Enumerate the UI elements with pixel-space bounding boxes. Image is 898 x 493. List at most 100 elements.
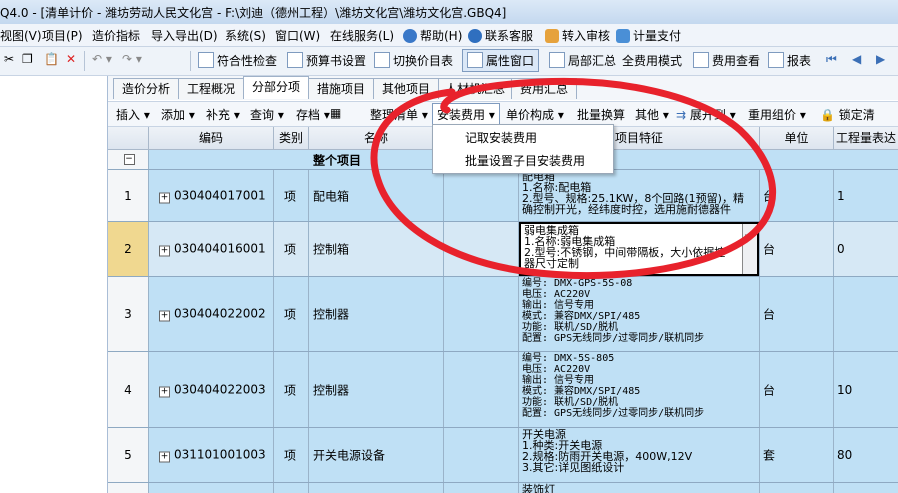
header-code[interactable]: 编码 [149, 127, 274, 150]
property-window-button[interactable]: 属性窗口 [462, 49, 540, 72]
expand-row-icon[interactable]: + [159, 386, 170, 397]
add-menu[interactable]: 添加 ▾ [161, 106, 195, 123]
table-row[interactable]: 装饰灯 [108, 483, 898, 493]
table-row[interactable]: 2 +030404016001 项 控制箱 弱电集成箱 1.名称:弱电集成箱 2… [108, 222, 898, 277]
archive-menu[interactable]: 存档 ▾ [296, 106, 330, 123]
undo-icon[interactable]: ↶ ▾ [92, 52, 112, 66]
reuse-pricing-menu[interactable]: 重用组价 ▾ [748, 106, 806, 123]
row-name [309, 483, 444, 493]
report-button[interactable]: 报表 [768, 52, 811, 69]
row-features[interactable]: 编号: DMX-GPS-5S-08 电压: AC220V 输出: 信号专用 模式… [519, 277, 760, 351]
row-quantity[interactable]: 1 [834, 170, 898, 221]
row-quantity[interactable] [834, 483, 898, 493]
organize-list-menu[interactable]: 整理清单 ▾ [370, 106, 428, 123]
insert-label: 插入 [116, 108, 141, 122]
header-name[interactable]: 名称 [309, 127, 444, 150]
unit-price-composition-menu[interactable]: 单价构成 ▾ [506, 106, 564, 123]
table-row[interactable]: 5 +031101001003 项 开关电源设备 开关电源 1.种类:开关电源 … [108, 428, 898, 483]
menu-online-service[interactable]: 在线服务(L) [330, 27, 394, 44]
features-editor[interactable]: 弱电集成箱 1.名称:弱电集成箱 2.型号:不锈钢，中间带隔板，大小依据控 器尺… [519, 222, 759, 276]
menu-transfer-audit[interactable]: 转入审核 [545, 27, 610, 44]
collapse-icon[interactable]: − [123, 154, 135, 165]
row-features[interactable]: 开关电源 1.种类:开关电源 2.规格:防雨开关电源，400W,12V 3.其它… [519, 428, 760, 482]
budget-settings-button[interactable]: 预算书设置 [287, 52, 366, 69]
row-features[interactable]: 装饰灯 [519, 483, 760, 493]
query-menu[interactable]: 查询 ▾ [250, 106, 284, 123]
feature-line: 模式: 兼容DMX/SPI/485 [522, 311, 641, 322]
row-type: 项 [274, 428, 309, 482]
install-fee-menu[interactable]: 安装费用 ▾ [432, 103, 500, 126]
row-quantity[interactable]: 0 [834, 222, 898, 276]
cut-icon[interactable]: ✂ [4, 52, 14, 66]
install-fee-dropdown: 记取安装费用 批量设置子目安装费用 [432, 124, 614, 174]
menu-customer-service-label: 联系客服 [485, 29, 534, 43]
full-cost-mode-button[interactable]: 全费用模式 [622, 52, 682, 69]
redo-icon[interactable]: ↷ ▾ [122, 52, 142, 66]
menu-customer-service[interactable]: 联系客服 [468, 27, 533, 44]
tab-labor-material-summary[interactable]: 人材机汇总 [438, 78, 512, 99]
row-features[interactable]: 配电箱 1.名称:配电箱 2.型号、规格:25.1KW，8个回路(1预留)，精 … [519, 170, 760, 221]
delete-icon[interactable]: ✕ [66, 52, 76, 66]
expand-to-menu[interactable]: ⇉ 展开到 ▾ [676, 106, 736, 123]
apply-install-fee-item[interactable]: 记取安装费用 [465, 129, 537, 146]
report-label: 报表 [787, 54, 812, 68]
cost-view-button[interactable]: 费用查看 [693, 52, 760, 69]
row-quantity[interactable] [834, 277, 898, 351]
compliance-check-button[interactable]: 符合性检查 [198, 52, 277, 69]
feature-line: 配置: GPS无线同步/过零同步/联机同步 [522, 408, 705, 419]
lock-list-button[interactable]: 🔒 锁定清 [820, 106, 875, 123]
tab-sub-items[interactable]: 分部分项 [243, 76, 309, 99]
header-unit[interactable]: 单位 [760, 127, 834, 150]
header-quantity[interactable]: 工程量表达 [834, 127, 898, 150]
expand-row-icon[interactable]: + [159, 310, 170, 322]
row-quantity[interactable]: 80 [834, 428, 898, 482]
menu-view[interactable]: 视图(V) [0, 27, 42, 44]
table-row[interactable]: 4 +030404022003 项 控制器 编号: DMX-5S-805 电压:… [108, 352, 898, 428]
row-type-text: 项 [284, 189, 297, 203]
paste-icon[interactable]: 📋 [44, 52, 59, 66]
bill-of-quantities-grid: 编码 类别 名称 项目特征 单位 工程量表达 − 整个项目 1 +0304040… [108, 127, 898, 493]
row-name-text: 控制器 [313, 383, 350, 397]
tab-other-items[interactable]: 其他项目 [373, 78, 439, 99]
tab-fee-summary[interactable]: 费用汇总 [511, 78, 577, 99]
row-quantity[interactable]: 10 [834, 352, 898, 427]
other-label: 其他 [635, 108, 660, 122]
table-row[interactable]: 3 +030404022002 项 控制器 编号: DMX-GPS-5S-08 … [108, 277, 898, 352]
menu-payment[interactable]: 计量支付 [616, 27, 681, 44]
tab-measures[interactable]: 措施项目 [308, 78, 374, 99]
menu-help[interactable]: 帮助(H) [403, 27, 462, 44]
row-features[interactable]: 编号: DMX-5S-805 电压: AC220V 输出: 信号专用 模式: 兼… [519, 352, 760, 427]
tab-project-overview[interactable]: 工程概况 [178, 78, 244, 99]
menu-system[interactable]: 系统(S) [225, 27, 266, 44]
menu-import-export[interactable]: 导入导出(D) [151, 27, 218, 44]
compliance-check-label: 符合性检查 [217, 54, 278, 68]
row-code-text: 030404022002 [174, 306, 266, 321]
prev-page-icon[interactable]: ◀ [852, 52, 861, 66]
expand-row-icon[interactable]: + [159, 192, 170, 203]
menu-cost-index[interactable]: 造价指标 [92, 27, 140, 44]
row-unit: 台 [760, 277, 834, 351]
table-row[interactable]: 1 +030404017001 项 配电箱 配电箱 1.名称:配电箱 2.型号、… [108, 170, 898, 222]
row-unit-text: 台 [763, 189, 776, 203]
header-type[interactable]: 类别 [274, 127, 309, 150]
ellipsis-button[interactable]: ⋯ [742, 224, 757, 274]
row-unit-text: 台 [763, 242, 776, 257]
expand-row-icon[interactable]: + [159, 245, 170, 257]
next-page-icon[interactable]: ▶ [876, 52, 885, 66]
feature-line: 配置: GPS无线同步/过零同步/联机同步 [522, 333, 705, 344]
copy-icon[interactable]: ❐ [22, 52, 33, 66]
tab-cost-analysis[interactable]: 造价分析 [113, 78, 179, 99]
filter-icon[interactable]: ▦ [330, 106, 341, 120]
other-menu[interactable]: 其他 ▾ [635, 106, 669, 123]
insert-menu[interactable]: 插入 ▾ [116, 106, 150, 123]
switch-price-list-button[interactable]: 切换价目表 [374, 52, 453, 69]
supplement-menu[interactable]: 补充 ▾ [206, 106, 240, 123]
row-features[interactable]: 弱电集成箱 1.名称:弱电集成箱 2.型号:不锈钢，中间带隔板，大小依据控 器尺… [519, 222, 760, 276]
expand-row-icon[interactable]: + [159, 451, 170, 463]
batch-set-install-fee-item[interactable]: 批量设置子目安装费用 [465, 152, 585, 169]
partial-summary-button[interactable]: 局部汇总 [549, 52, 616, 69]
batch-conversion-button[interactable]: 批量换算 [577, 106, 625, 123]
menu-window[interactable]: 窗口(W) [275, 27, 320, 44]
menu-project[interactable]: 项目(P) [42, 27, 83, 44]
first-page-icon[interactable]: ⏮ [826, 52, 837, 67]
